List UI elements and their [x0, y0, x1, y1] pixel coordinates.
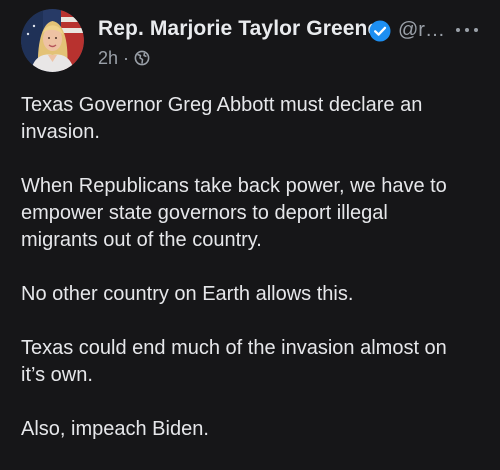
post-paragraph: Texas Governor Greg Abbott must declare …: [21, 94, 423, 143]
post-meta: 2h ·: [98, 48, 150, 72]
verified-badge-icon: [369, 20, 391, 42]
meta-separator: ·: [123, 48, 130, 68]
post-paragraph: When Republicans take back power, we hav…: [21, 175, 447, 251]
globe-icon[interactable]: [134, 50, 150, 66]
more-options-button[interactable]: [452, 19, 484, 41]
author-name[interactable]: Rep. Marjorie Taylor Greene: [98, 17, 379, 41]
post-timestamp[interactable]: 2h: [98, 48, 118, 68]
author-handle[interactable]: @r…: [398, 19, 445, 42]
post-text: Texas Governor Greg Abbott must declare …: [21, 92, 491, 470]
avatar-portrait-image: [21, 9, 84, 72]
post-paragraph: Texas could end much of the invasion alm…: [21, 337, 447, 386]
avatar[interactable]: [21, 9, 84, 72]
more-options-icon: [456, 28, 460, 32]
post-paragraph: No other country on Earth allows this.: [21, 283, 354, 305]
post-paragraph: Also, impeach Biden.: [21, 418, 209, 440]
post-header: Rep. Marjorie Taylor Greene @r… 2h ·: [0, 0, 500, 84]
